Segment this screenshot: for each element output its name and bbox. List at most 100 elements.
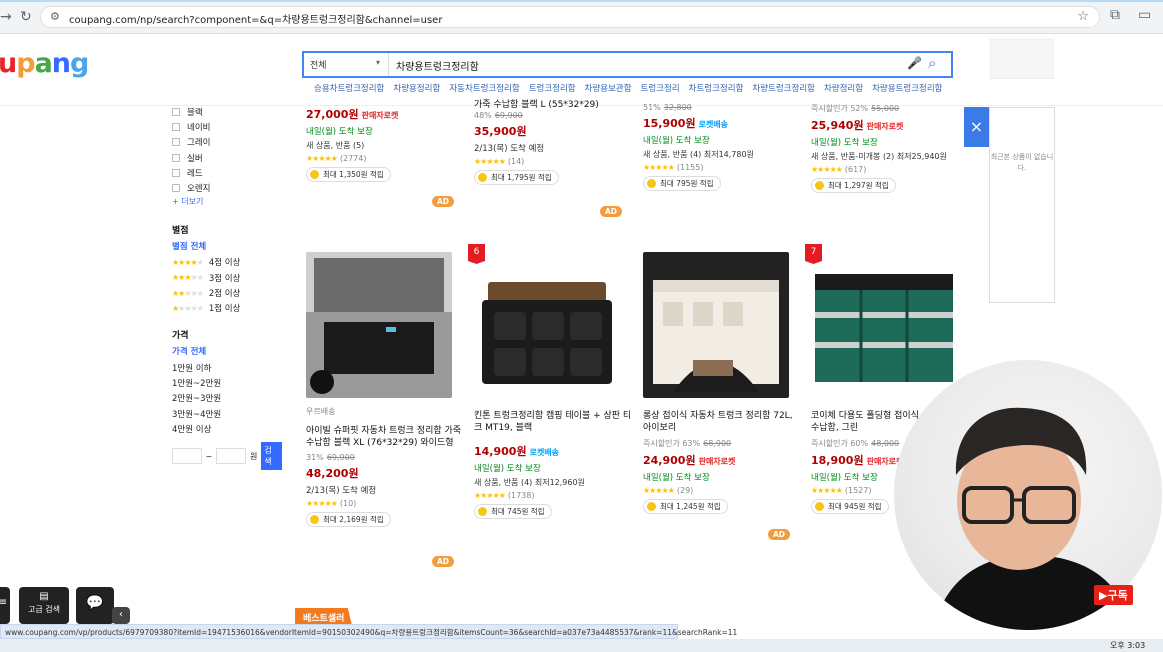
more-colors-link[interactable]: + 더보기 xyxy=(172,196,282,211)
ad-badge[interactable]: AD xyxy=(600,206,623,217)
product-card[interactable]: 우르배송 아이빌 슈퍼핏 자동차 트렁크 정리함 가죽 수납함 블랙 XL (76… xyxy=(306,252,466,528)
product-card[interactable]: 롱상 접이식 자동차 트렁크 정리함 72L, 아이보리 즉시할인가 63% 68,… xyxy=(643,252,803,515)
extensions-icon[interactable]: ⧉ xyxy=(1110,7,1120,23)
product-image[interactable] xyxy=(474,252,620,398)
discount-info: 즉시할인가 52% 55,000 xyxy=(811,103,971,114)
product-image[interactable] xyxy=(811,252,957,398)
related-keyword[interactable]: 차량용보관함 xyxy=(585,84,632,94)
advanced-search-button[interactable]: ▤ 고급 검색 xyxy=(19,587,69,624)
discount-rate: 48% xyxy=(474,111,492,120)
rating-filter-item[interactable]: ★★★★★ 4점 이상 xyxy=(172,255,282,270)
checkbox[interactable] xyxy=(172,138,180,147)
search-icon[interactable]: ⌕ xyxy=(928,54,936,72)
coin-icon xyxy=(478,507,487,516)
related-keyword[interactable]: 차량트렁크정리함 xyxy=(752,84,815,94)
review-count: (1527) xyxy=(844,486,872,495)
price-min-input[interactable] xyxy=(172,448,202,465)
related-keyword[interactable]: 트렁크정리함 xyxy=(529,84,576,94)
discount-rate: 즉시할인가 52% xyxy=(811,104,869,113)
site-info-icon[interactable]: ⚙ xyxy=(50,10,60,23)
color-filter-item[interactable]: 오렌지 xyxy=(172,180,282,195)
recent-empty-text: 최근본 상품이 없습니다. xyxy=(990,153,1054,172)
category-label: 전체 xyxy=(310,61,327,71)
microphone-icon[interactable]: 🎤 xyxy=(907,56,922,70)
product-card[interactable]: 51% 32,800 15,900원 로켓배송 내일(월) 도착 보장 새 상품, 반품 … xyxy=(643,103,803,192)
review-count: (29) xyxy=(676,486,694,495)
status-url: www.coupang.com/vp/products/6979709380?i… xyxy=(5,628,738,637)
related-keyword[interactable]: 차트렁크정리함 xyxy=(689,84,744,94)
checkbox[interactable] xyxy=(172,184,180,193)
rating-filter-item[interactable]: ★★★★★ 1점 이상 xyxy=(172,301,282,316)
product-name[interactable]: 아이빌 슈퍼핏 자동차 트렁크 정리함 가죽 수납함 블랙 XL (76*32*… xyxy=(306,425,466,449)
price-filter-item[interactable]: 3만원~4만원 xyxy=(172,406,282,421)
search-input[interactable]: 차량용트렁크정리함 xyxy=(396,58,479,73)
product-image[interactable] xyxy=(643,252,789,398)
price-filter-item[interactable]: 2만원~3만원 xyxy=(172,391,282,406)
review-count: (14) xyxy=(507,157,525,166)
collapse-toolbar-button[interactable]: ‹ xyxy=(112,607,130,624)
subscribe-button[interactable]: ▶구독 xyxy=(1094,585,1133,605)
reward-badge: 최대 795원 적립 xyxy=(643,176,721,191)
close-panel-button[interactable]: × xyxy=(964,107,989,147)
related-keyword[interactable]: 차량용정리함 xyxy=(393,84,440,94)
related-keyword[interactable]: 차량정리함 xyxy=(824,84,863,94)
reward-badge: 최대 1,297원 적립 xyxy=(811,178,896,193)
product-price: 18,900원 xyxy=(811,454,864,467)
color-filter-item[interactable]: 실버 xyxy=(172,150,282,165)
price-max-input[interactable] xyxy=(216,448,247,465)
ad-badge[interactable]: AD xyxy=(768,529,791,540)
checkbox[interactable] xyxy=(172,122,180,131)
rating-stars-icon: ★★★★★ xyxy=(172,273,204,283)
price-filter-item[interactable]: 1만원~2만원 xyxy=(172,375,282,390)
product-name[interactable]: 가죽 수납함 블랙 L (55*32*29) xyxy=(474,99,634,111)
reward-text: 최대 2,169원 적립 xyxy=(323,515,384,524)
ad-badge[interactable]: AD xyxy=(432,556,455,567)
product-name[interactable]: 킨톤 트렁크정리함 캠핑 테이블 + 상판 티크 MT19, 블랙 xyxy=(474,410,634,434)
product-card[interactable]: 가죽 수납함 블랙 L (55*32*29) 48% 69,900 35,900원 2/… xyxy=(474,100,634,186)
color-filter-item[interactable]: 그레이 xyxy=(172,135,282,150)
coin-icon xyxy=(310,170,319,179)
header-user-menu[interactable] xyxy=(990,39,1054,79)
price-filter-item[interactable]: 1만원 이하 xyxy=(172,360,282,375)
price-all-link[interactable]: 가격 전체 xyxy=(172,345,282,360)
related-keyword[interactable]: 자동차트렁크정리함 xyxy=(449,84,519,94)
checkbox[interactable] xyxy=(172,168,180,177)
product-image[interactable] xyxy=(306,252,452,398)
product-card[interactable]: 27,000원 판매자로켓 내일(월) 도착 보장 새 상품, 반품 (5) ★★★★★… xyxy=(306,103,466,183)
address-bar[interactable]: ⚙ coupang.com/np/search?component=&q=차량용… xyxy=(40,6,1100,28)
product-card[interactable]: 즉시할인가 52% 55,000 25,940원 판매자로켓 내일(월) 도착 보장 새 … xyxy=(811,103,971,194)
forward-icon[interactable]: → xyxy=(0,9,12,25)
list-icon: ≡ xyxy=(0,597,8,608)
rating-all-link[interactable]: 별점 전체 xyxy=(172,240,282,255)
rating-filter-item[interactable]: ★★★★★ 3점 이상 xyxy=(172,270,282,285)
side-panel-icon[interactable]: ▭ xyxy=(1138,7,1151,23)
related-keyword[interactable]: 승용차트렁크정리함 xyxy=(314,84,384,94)
coupang-logo[interactable]: upang xyxy=(0,48,89,79)
color-filter-item[interactable]: 네이비 xyxy=(172,119,282,134)
rocket-badge: 판매자로켓 xyxy=(698,457,736,466)
chat-button[interactable]: 💬 xyxy=(76,587,114,624)
category-select[interactable]: 전체 ▾ xyxy=(304,53,389,76)
price-row: 27,000원 판매자로켓 xyxy=(306,103,466,122)
color-filter-item[interactable]: 블랙 xyxy=(172,104,282,119)
checkbox[interactable] xyxy=(172,107,180,116)
menu-button[interactable]: ≡ xyxy=(0,587,10,624)
coin-icon xyxy=(310,515,319,524)
reward-badge: 최대 1,795원 적립 xyxy=(474,170,559,185)
product-card[interactable]: 6 킨톤 트렁크정리함 캠핑 테이블 + 상판 티크 MT19, 블랙 14,900… xyxy=(468,244,634,520)
related-keyword[interactable]: 트렁크정리 xyxy=(641,84,680,94)
price-search-button[interactable]: 검색 xyxy=(261,442,282,471)
ad-badge[interactable]: AD xyxy=(432,196,455,207)
price-filter-item[interactable]: 4만원 이상 xyxy=(172,421,282,436)
product-name[interactable]: 롱상 접이식 자동차 트렁크 정리함 72L, 아이보리 xyxy=(643,410,803,434)
rating-filter-item[interactable]: ★★★★★ 2점 이상 xyxy=(172,285,282,300)
related-keyword[interactable]: 차량용트렁크정리함 xyxy=(872,84,942,94)
product-price: 27,000원 xyxy=(306,108,359,121)
reload-icon[interactable]: ↻ xyxy=(20,9,32,25)
checkbox[interactable] xyxy=(172,153,180,162)
related-keywords: 승용차트렁크정리함 차량용정리함 자동차트렁크정리함 트렁크정리함 차량용보관함 트렁크정… xyxy=(314,82,954,94)
bookmark-star-icon[interactable]: ☆ xyxy=(1077,9,1089,24)
color-filter-item[interactable]: 레드 xyxy=(172,165,282,180)
product-price: 14,900원 xyxy=(474,445,527,458)
system-clock: 오후 3:03 xyxy=(1110,641,1146,650)
